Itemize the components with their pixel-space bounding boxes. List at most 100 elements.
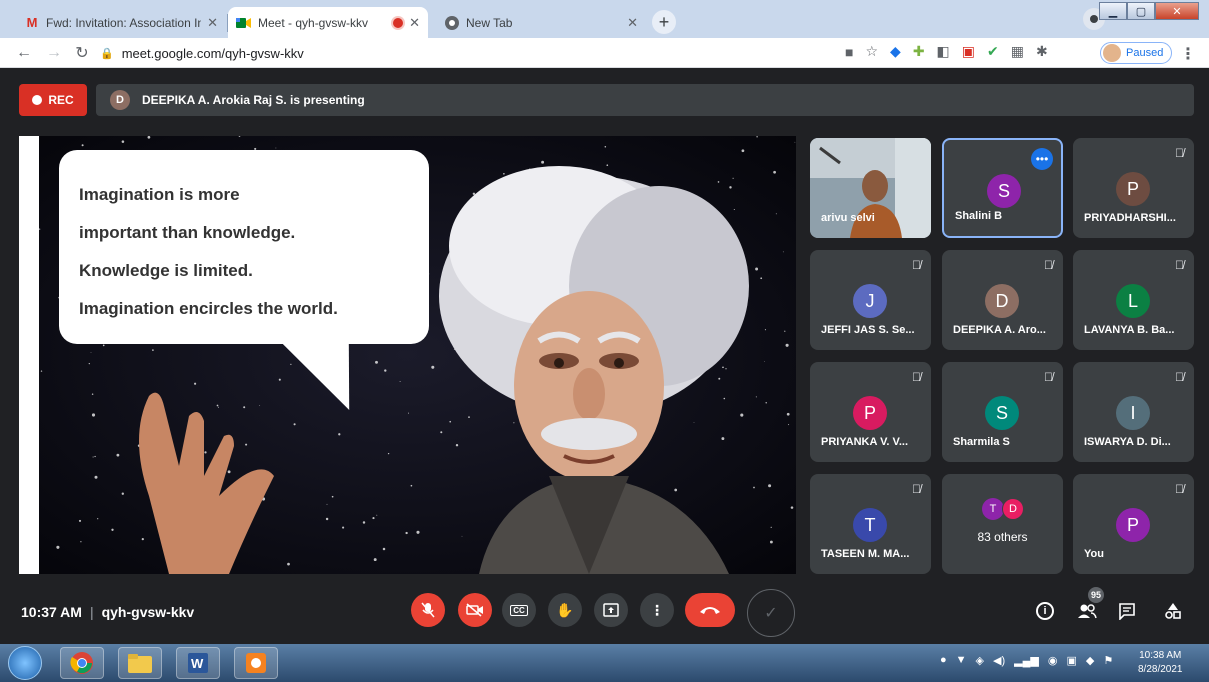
participant-tile[interactable]: 🎙̸ P PRIYADHARSHI... [1073,138,1194,238]
svg-text:W: W [191,656,204,671]
extension-icon[interactable]: ◧ [937,43,950,60]
close-window-button[interactable]: ✕ [1155,2,1199,20]
minimize-button[interactable]: ▁ [1099,2,1127,20]
participant-tile[interactable]: 🎙̸ I ISWARYA D. Di... [1073,362,1194,462]
camera-icon[interactable]: ■ [845,44,853,60]
record-dot-icon [32,95,43,105]
windows-taskbar: W ● ▼ ◈ ◀) ▂▄▆ ◉ ▣ ◆ ⚑ 10:38 AM 8/28/202… [0,644,1209,682]
others-count: 83 others [977,530,1028,544]
activities-button[interactable] [1160,598,1186,624]
signal-icon[interactable]: ▂▄▆ [1014,654,1039,667]
avatar: T [853,508,887,542]
recording-indicator-icon [393,17,404,28]
participant-name: LAVANYA B. Ba... [1084,324,1175,336]
participant-tile[interactable]: 🎙̸ P PRIYANKA V. V... [810,362,931,462]
close-icon[interactable]: ✕ [409,15,420,31]
chat-icon [1119,603,1135,620]
leave-call-button[interactable] [685,593,735,627]
participant-tile[interactable]: ••• S Shalini B [942,138,1063,238]
extension-icon[interactable]: ✔ [987,43,999,60]
extension-icons: ■ ☆ ◆ ✚ ◧ ▣ ✔ ▦ ✱ [845,43,1048,60]
word-icon: W [188,653,208,673]
tray-icon[interactable]: ▣ [1066,654,1076,667]
avatar: D [110,90,130,110]
bookmark-star-icon[interactable]: ☆ [865,43,878,60]
system-clock[interactable]: 10:38 AM 8/28/2021 [1138,649,1183,677]
hang-up-icon [700,607,720,614]
tray-icon[interactable]: ▼ [956,654,967,667]
speech-bubble: Imagination is more important than knowl… [59,150,429,410]
tray-icon[interactable]: ◉ [1048,654,1058,667]
volume-icon[interactable]: ◀) [993,654,1005,667]
new-tab-button[interactable]: + [652,10,676,34]
meeting-details-button[interactable]: i [1032,598,1058,624]
reload-icon[interactable]: ↻ [72,43,92,63]
participant-tile[interactable]: 🎙̸ S Sharmila S [942,362,1063,462]
clock-time: 10:38 AM [1139,650,1182,661]
app-icon [246,653,266,673]
address-bar-row: ← → ↻ 🔒 meet.google.com/qyh-gvsw-kkv ■ ☆… [0,38,1209,68]
tab-gmail[interactable]: M Fwd: Invitation: Association Inaug ✕ [16,7,226,38]
windows-start-button[interactable] [8,646,42,680]
taskbar-word-button[interactable]: W [176,647,220,679]
raise-hand-button[interactable]: ✋ [548,593,582,627]
mic-muted-icon: 🎙̸ [912,258,921,272]
extension-icon[interactable]: ◆ [890,43,901,60]
participant-tile[interactable]: 🎙̸ L LAVANYA B. Ba... [1073,250,1194,350]
self-tile[interactable]: 🎙̸ P You [1073,474,1194,574]
captions-button[interactable]: CC [502,593,536,627]
tab-new-tab[interactable]: New Tab ✕ [436,7,646,38]
chrome-icon [70,652,93,674]
check-icon: ✓ [747,589,795,637]
participant-count-badge: 95 [1088,587,1104,603]
participant-name: Shalini B [955,210,1003,222]
mic-muted-icon: 🎙̸ [1175,258,1184,272]
taskbar-explorer-button[interactable] [118,647,162,679]
taskbar-app-button[interactable] [234,647,278,679]
camera-toggle-button[interactable] [458,593,492,627]
participant-tile[interactable]: 🎙̸ T TASEEN M. MA... [810,474,931,574]
close-icon[interactable]: ✕ [207,15,218,31]
avatar: P [853,396,887,430]
flag-icon[interactable]: ⚑ [1103,654,1113,667]
tab-title: Meet - qyh-gvsw-kkv [258,15,369,30]
tab-meet[interactable]: Meet - qyh-gvsw-kkv ✕ [228,7,428,38]
participant-name: TASEEN M. MA... [821,548,910,560]
back-arrow-icon[interactable]: ← [14,43,34,63]
avatar: P [1116,508,1150,542]
participant-tile[interactable]: 🎙̸ J JEFFI JAS S. Se... [810,250,931,350]
participant-name: arivu selvi [821,212,875,224]
others-tile[interactable]: T D 83 others [942,474,1063,574]
grid-icon[interactable]: ▦ [1011,43,1024,60]
url-bar[interactable]: 🔒 meet.google.com/qyh-gvsw-kkv [100,41,840,65]
taskbar-chrome-button[interactable] [60,647,104,679]
tray-icon[interactable]: ◈ [976,654,984,667]
maximize-button[interactable]: ▢ [1127,2,1155,20]
profile-button[interactable]: Paused [1100,42,1173,64]
more-options-icon[interactable]: ••• [1031,148,1053,170]
meet-icon [236,15,252,31]
more-options-button[interactable]: ⋮ [640,593,674,627]
chat-button[interactable] [1114,598,1140,624]
mic-muted-icon: 🎙̸ [1044,258,1053,272]
hand-icon: ✋ [556,601,574,618]
participant-name: ISWARYA D. Di... [1084,436,1171,448]
participant-tile[interactable]: 🎙̸ D DEEPIKA A. Aro... [942,250,1063,350]
mic-muted-icon: 🎙̸ [1175,370,1184,384]
participant-name: PRIYADHARSHI... [1084,212,1176,224]
tray-icon[interactable]: ◆ [1086,654,1094,667]
forward-arrow-icon[interactable]: → [44,43,64,63]
close-icon[interactable]: ✕ [627,15,638,31]
extension-icon[interactable]: ✚ [913,43,925,60]
participant-tile-video[interactable]: arivu selvi [810,138,931,238]
present-now-button[interactable] [594,593,628,627]
microphone-toggle-button[interactable] [411,593,445,627]
menu-icon[interactable]: ⋮ [1180,44,1196,64]
rec-label: REC [48,93,74,107]
extension-icon[interactable]: ▣ [962,43,975,60]
puzzle-icon[interactable]: ✱ [1036,43,1048,60]
avatar: I [1116,396,1150,430]
avatar: J [853,284,887,318]
tray-icon[interactable]: ● [940,654,947,667]
meeting-code: qyh-gvsw-kkv [101,604,195,620]
